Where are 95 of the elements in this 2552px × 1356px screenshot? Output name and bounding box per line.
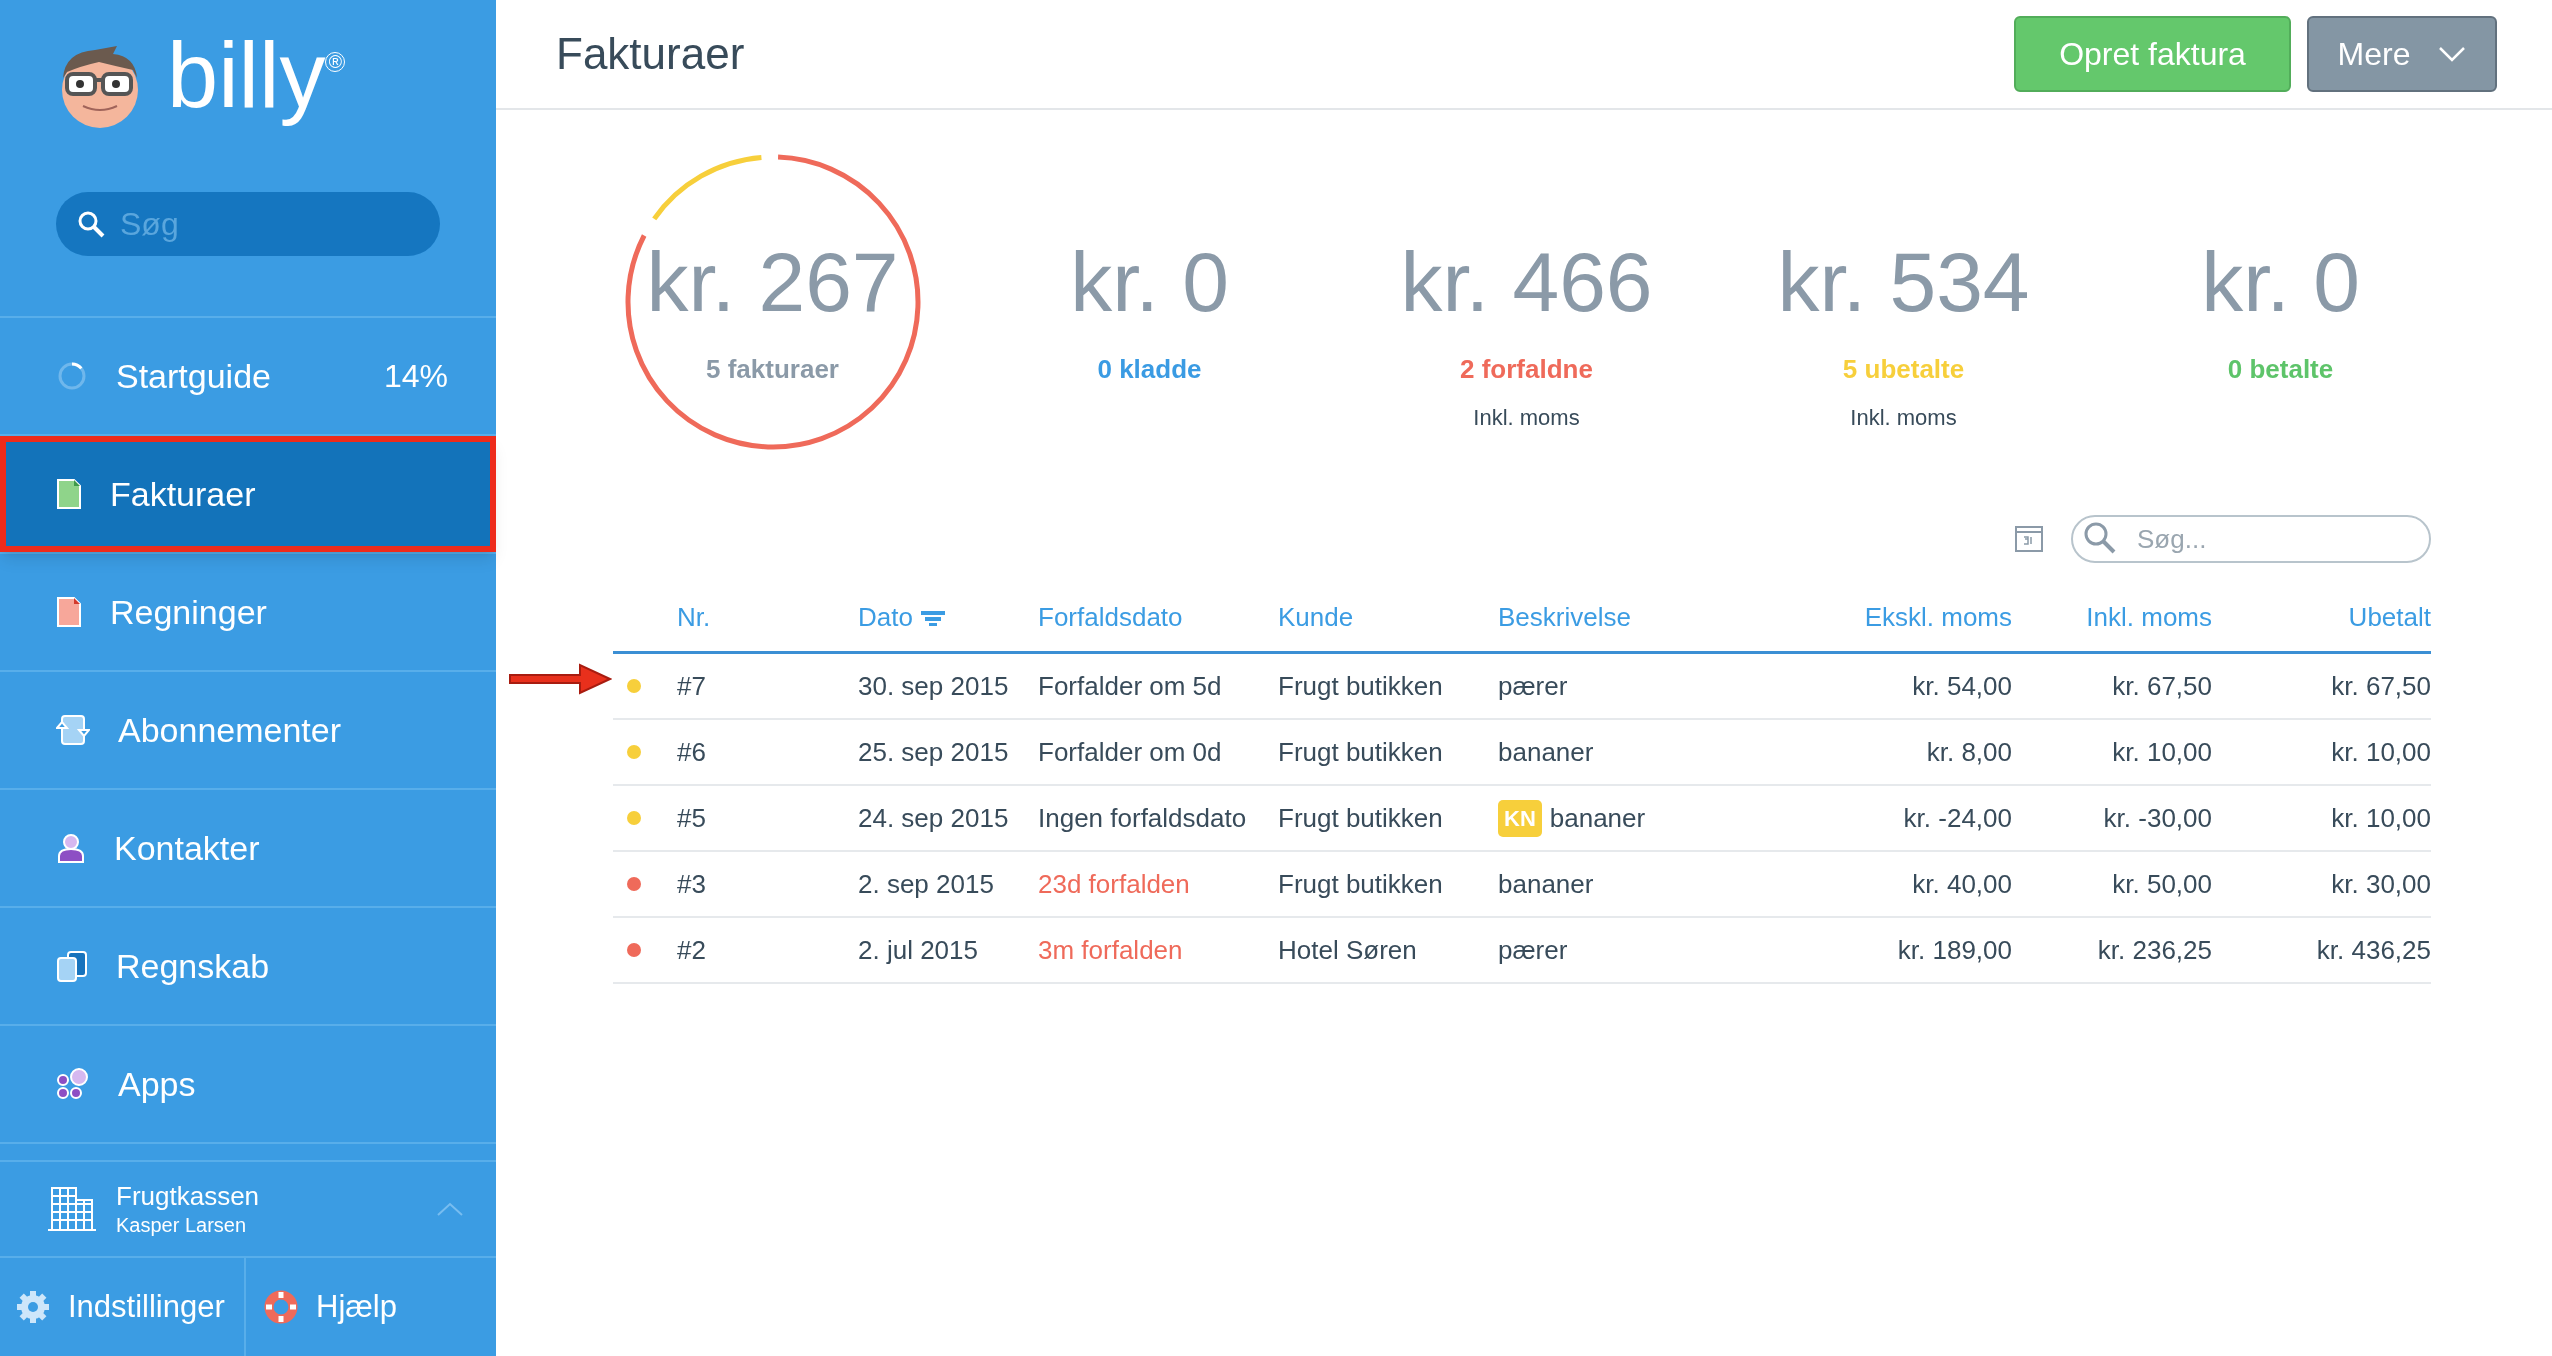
table-cell-text: #6	[677, 735, 707, 769]
table-cell-text: #5	[677, 801, 707, 835]
search-icon	[2083, 521, 2117, 555]
table-cell-text: Frugt butikken	[1278, 867, 1444, 901]
settings-icon	[16, 1290, 50, 1324]
table-cell-text: kr. 10,00	[2111, 735, 2212, 769]
table-cell-text: kr. 236,25	[2096, 933, 2212, 967]
table-cell-text: kr. 40,00	[1911, 867, 2012, 901]
table-cell-text: 2. sep 2015	[858, 867, 995, 901]
table-cell-text: kr. 50,00	[2111, 867, 2212, 901]
table-cell-text: Frugt butikken	[1278, 735, 1444, 769]
chevron-up-icon	[436, 1201, 464, 1217]
dropdown-button[interactable]: Mere	[2307, 16, 2497, 92]
dots-icon	[56, 1068, 90, 1100]
due-date-cell-text: 3m forfalden	[1038, 933, 1184, 967]
table-cell-text: pærer	[1498, 933, 1569, 967]
amount-text: kr. 534	[1777, 234, 2030, 330]
table-cell-text: #7	[677, 669, 707, 703]
table-cell-text: 30. sep 2015	[858, 669, 1010, 703]
table-cell-text: kr. 54,00	[1911, 669, 2012, 703]
due-date-cell-text: Forfalder om 5d	[1038, 669, 1223, 703]
sidebar-item[interactable]: Kontakter	[0, 790, 496, 908]
sidebar-item[interactable]: Regnskab	[0, 908, 496, 1026]
sidebar-item[interactable]: Apps	[0, 1026, 496, 1144]
column-header[interactable]: Nr.	[677, 598, 858, 637]
sidebar-item[interactable]: Regninger	[0, 554, 496, 672]
note-text: Inkl. moms	[1850, 404, 1957, 432]
table-cell-text: 25. sep 2015	[858, 735, 1010, 769]
sidebar-item[interactable]: Startguide 14%	[0, 318, 496, 436]
page-title: Fakturaer	[556, 28, 746, 80]
footer-link[interactable]: Hjælp	[246, 1258, 496, 1356]
logo-text: billy	[167, 23, 326, 128]
table-cell-text: Hotel Søren	[1278, 933, 1418, 967]
card-arrows-icon	[56, 714, 90, 746]
due-date-cell-text: Forfalder om 0d	[1038, 735, 1223, 769]
sidebar-item[interactable]: Abonnementer	[0, 672, 496, 790]
column-header[interactable]: Beskrivelse	[1498, 598, 1748, 637]
count-label: 0 betalte	[2227, 353, 2334, 386]
stacked-pages-icon	[56, 950, 88, 982]
table-cell-text: kr. 67,50	[2111, 669, 2212, 703]
search-field[interactable]: Søg	[56, 192, 440, 256]
amount-text: kr. 267	[646, 234, 899, 330]
column-header[interactable]: Ekskl. moms	[1748, 598, 2012, 637]
amount-text: kr. 0	[2201, 234, 2360, 330]
table-cell-text: 2. jul 2015	[858, 933, 979, 967]
user-name: Kasper Larsen	[116, 1213, 248, 1238]
count-label: 5 ubetalte	[1842, 353, 1965, 386]
column-header[interactable]: Forfaldsdato	[1038, 598, 1278, 637]
table-cell-text: pærer	[1498, 669, 1569, 703]
tag-badge: KN	[1498, 799, 1542, 837]
footer-link[interactable]: Indstillinger	[0, 1258, 246, 1356]
column-header[interactable]: Inkl. moms	[2012, 598, 2212, 637]
column-header[interactable]: Ubetalt	[2212, 598, 2431, 637]
table-cell-text: #2	[677, 933, 707, 967]
sidebar-item[interactable]: Fakturaer	[0, 436, 496, 554]
note-text: Inkl. moms	[1473, 404, 1580, 432]
table-cell-text: kr. 436,25	[2315, 933, 2431, 967]
column-header[interactable]: Dato	[858, 598, 1038, 637]
table-cell-text: bananer	[1498, 867, 1595, 901]
search-field[interactable]: Søg...	[2071, 515, 2431, 563]
table-cell-text: Frugt butikken	[1278, 801, 1444, 835]
building-icon	[48, 1186, 96, 1232]
count-label: 0 kladde	[1097, 353, 1202, 386]
table-cell-text: kr. -24,00	[1902, 801, 2012, 835]
calendar-icon	[2015, 526, 2043, 552]
create-button[interactable]: Opret faktura	[2014, 16, 2291, 92]
table-cell-text: 24. sep 2015	[858, 801, 1010, 835]
amount-text: kr. 0	[1070, 234, 1229, 330]
table-cell-text: kr. 10,00	[2330, 801, 2431, 835]
table-cell-text: kr. 8,00	[1925, 735, 2012, 769]
count-label: 2 forfaldne	[1460, 353, 1593, 386]
count-label: 5 fakturaer	[706, 353, 839, 386]
document-icon	[56, 596, 82, 628]
table-cell-text: kr. -30,00	[2102, 801, 2212, 835]
progress-percent: 14%	[383, 357, 448, 396]
amount-text: kr. 466	[1400, 234, 1653, 330]
document-icon	[56, 478, 82, 510]
table-cell-text: kr. 67,50	[2330, 669, 2431, 703]
progress-ring-icon	[56, 360, 88, 392]
table-cell-text: bananer	[1498, 735, 1595, 769]
table-cell-text: kr. 30,00	[2330, 867, 2431, 901]
table-cell-text: kr. 10,00	[2330, 735, 2431, 769]
company-name: Frugtkassen	[116, 1180, 261, 1212]
account-switcher[interactable]: Frugtkassen Kasper Larsen	[0, 1160, 496, 1258]
table-cell-text: #3	[677, 867, 707, 901]
person-icon	[56, 832, 86, 864]
lifebuoy-icon	[264, 1290, 298, 1324]
due-date-cell-text: 23d forfalden	[1038, 867, 1191, 901]
table-cell-text: kr. 189,00	[1896, 933, 2012, 967]
column-header[interactable]: Kunde	[1278, 598, 1498, 637]
description-text: bananer	[1549, 801, 1646, 835]
due-date-cell-text: Ingen forfaldsdato	[1038, 801, 1248, 835]
table-cell-text: Frugt butikken	[1278, 669, 1444, 703]
search-icon	[76, 209, 106, 239]
chevron-down-icon	[2438, 46, 2467, 62]
